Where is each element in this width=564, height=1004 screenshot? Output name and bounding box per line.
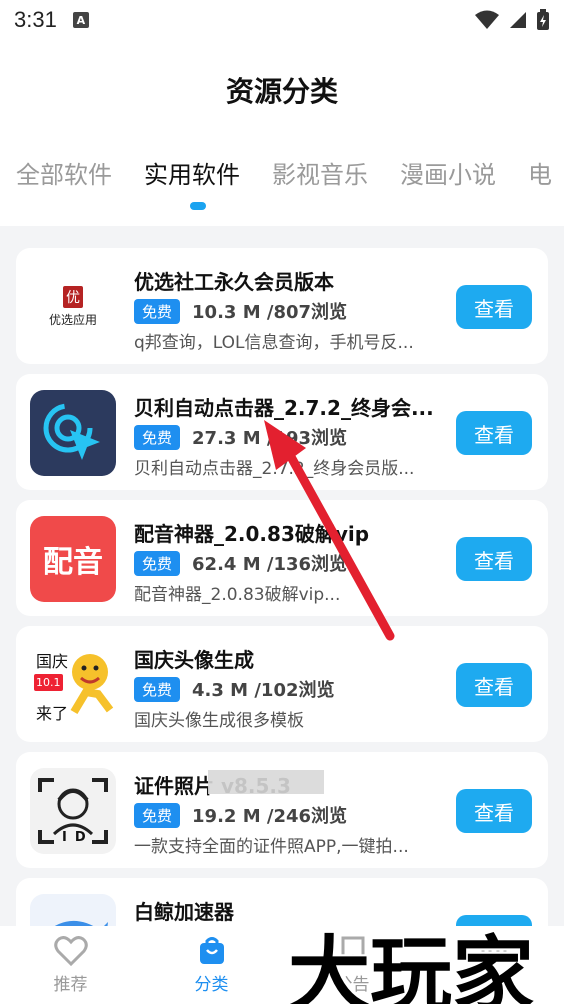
national-day-text-1: 国庆 xyxy=(36,652,69,671)
app-icon-id-photo: ID xyxy=(30,768,116,854)
status-time: 3:31 xyxy=(14,7,57,32)
item-description: 配音神器_2.0.83破解vip... xyxy=(134,585,341,605)
nav-recommend[interactable]: 推荐 xyxy=(11,935,131,995)
free-badge: 免费 xyxy=(134,802,181,828)
watermark-logo: 大玩家 xyxy=(288,927,535,1004)
view-button[interactable]: 查看 xyxy=(456,537,532,581)
free-badge: 免费 xyxy=(134,676,181,702)
item-title: 贝利自动点击器_2.7.2_终身会... xyxy=(134,396,434,420)
calendar-icon: 10.1 xyxy=(34,674,63,691)
item-meta: 免费 10.3 M /807浏览 xyxy=(134,298,347,324)
item-size-views: 10.3 M /807浏览 xyxy=(192,302,348,323)
category-tabs: 全部软件 实用软件 影视音乐 漫画小说 电 xyxy=(0,150,564,194)
item-size-views: 19.2 M /246浏览 xyxy=(192,806,348,827)
tab-all-software[interactable]: 全部软件 xyxy=(0,155,128,190)
list-item[interactable]: 贝利自动点击器_2.7.2_终身会... 免费 27.3 M /193浏览 贝利… xyxy=(16,374,548,490)
view-button[interactable]: 查看 xyxy=(456,285,532,329)
free-badge: 免费 xyxy=(134,424,181,450)
free-badge: 免费 xyxy=(134,298,181,324)
free-badge: 免费 xyxy=(134,550,181,576)
view-button[interactable]: 查看 xyxy=(456,663,532,707)
list-item[interactable]: 配音 配音神器_2.0.83破解vip 免费 62.4 M /136浏览 配音神… xyxy=(16,500,548,616)
item-description: 国庆头像生成很多模板 xyxy=(134,711,304,731)
item-size-views: 27.3 M /193浏览 xyxy=(192,428,348,449)
item-size-views: 62.4 M /136浏览 xyxy=(192,554,348,575)
item-description: 一款支持全面的证件照APP,一键拍... xyxy=(134,837,409,857)
nav-category[interactable]: 分类 xyxy=(152,936,272,995)
item-meta: 免费 27.3 M /193浏览 xyxy=(134,424,347,450)
tab-comics-novels[interactable]: 漫画小说 xyxy=(384,155,512,190)
signal-icon xyxy=(510,12,526,28)
nav-recommend-label: 推荐 xyxy=(53,974,88,995)
item-size-views: 4.3 M /102浏览 xyxy=(192,680,335,701)
status-bar: 3:31 A xyxy=(0,0,564,40)
tab-video-music[interactable]: 影视音乐 xyxy=(256,155,384,190)
nav-category-label: 分类 xyxy=(194,974,229,995)
dubbing-icon-text: 配音 xyxy=(43,545,103,580)
battery-icon xyxy=(537,9,549,30)
item-meta: 免费 62.4 M /136浏览 xyxy=(134,550,347,576)
heart-icon xyxy=(53,935,88,966)
page-title: 资源分类 xyxy=(225,75,338,108)
list-item[interactable]: 国庆 来了 10.1 国庆头像生成 免费 4.3 M /102浏览 国庆头像生成… xyxy=(16,626,548,742)
notification-a-icon: A xyxy=(72,12,89,28)
tab-more[interactable]: 电 xyxy=(512,155,564,190)
emoji-person-icon xyxy=(70,654,114,715)
active-tab-indicator xyxy=(190,202,206,210)
item-description: q邦查询，LOL信息查询，手机号反... xyxy=(134,333,414,353)
blurred-title-region xyxy=(208,770,324,794)
item-description: 贝利自动点击器_2.7.2_终身会员版... xyxy=(134,459,415,479)
list-item[interactable]: 优 优选应用 优选社工永久会员版本 免费 10.3 M /807浏览 q邦查询，… xyxy=(16,248,548,364)
item-title: 优选社工永久会员版本 xyxy=(134,270,334,294)
id-label: ID xyxy=(62,830,94,845)
list-item[interactable]: ID 证件照片 v8.5.3 免费 19.2 M /246浏览 一款支持全面的证… xyxy=(16,752,548,868)
top-header-area: 3:31 A 资源分类 全部软件 实用软件 影视音乐 漫画小说 电 xyxy=(0,0,564,226)
item-title: 国庆头像生成 xyxy=(134,648,254,672)
item-meta: 免费 4.3 M /102浏览 xyxy=(134,676,335,702)
app-icon-dubbing: 配音 xyxy=(30,516,116,602)
youxuan-logo-text: 优选应用 xyxy=(48,313,97,327)
app-icon-auto-clicker xyxy=(30,390,116,476)
view-button[interactable]: 查看 xyxy=(456,789,532,833)
national-day-text-2: 来了 xyxy=(36,704,69,723)
app-icon-youxuan: 优 优选应用 xyxy=(30,264,116,350)
bag-icon xyxy=(199,936,224,964)
app-icon-national-day: 国庆 来了 10.1 xyxy=(30,642,116,728)
youxuan-logo-mark: 优 xyxy=(63,286,83,308)
item-title: 配音神器_2.0.83破解vip xyxy=(134,522,370,546)
item-meta: 免费 19.2 M /246浏览 xyxy=(134,802,347,828)
view-button[interactable]: 查看 xyxy=(456,411,532,455)
status-icons xyxy=(474,9,550,31)
tab-utility-software[interactable]: 实用软件 xyxy=(128,155,256,190)
pointer-tap-icon xyxy=(43,403,100,460)
wifi-icon xyxy=(475,10,499,29)
resource-list: 优 优选应用 优选社工永久会员版本 免费 10.3 M /807浏览 q邦查询，… xyxy=(16,248,548,1004)
